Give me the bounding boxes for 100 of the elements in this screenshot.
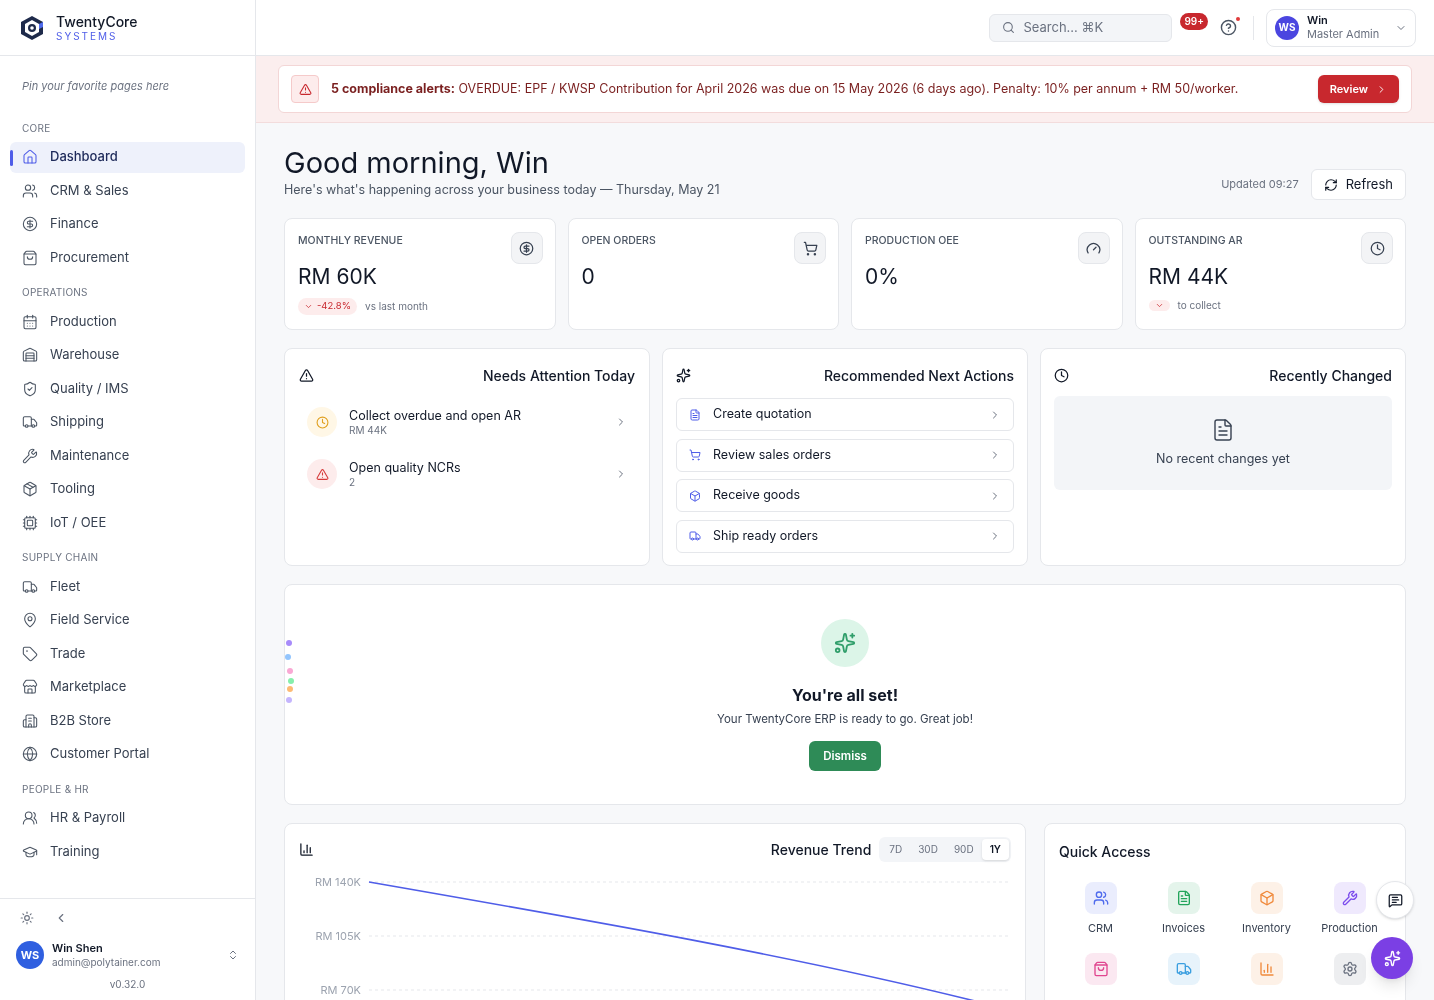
nav-item[interactable]: Training: [10, 836, 245, 867]
nav-icon: [22, 514, 38, 531]
shortcut-label: CRM: [1087, 920, 1114, 937]
shortcut-tile[interactable]: [1084, 952, 1117, 985]
search-field[interactable]: Search... ⌘K: [989, 13, 1173, 42]
kpi-value: 0: [581, 262, 596, 291]
nav-item[interactable]: Customer Portal: [10, 738, 245, 770]
bar-chart-icon: [1258, 960, 1275, 977]
review-button[interactable]: Review: [1317, 75, 1399, 103]
nav-item[interactable]: Procurement: [10, 242, 245, 273]
range-tab[interactable]: 90D: [945, 839, 982, 860]
shortcut-tile[interactable]: [1250, 952, 1283, 985]
warning-icon: [299, 368, 314, 383]
nav-item[interactable]: Tooling: [10, 473, 245, 505]
pin-hint: Pin your favorite pages here: [21, 78, 171, 95]
section-heading: OPERATIONS: [21, 285, 89, 300]
nav-item[interactable]: Dashboard: [10, 141, 245, 173]
notification-badge[interactable]: 99+: [1180, 13, 1208, 30]
action-button[interactable]: Create quotation: [676, 398, 1014, 431]
nav-icon: [22, 578, 38, 595]
nav-icon: [22, 679, 38, 695]
shortcut-tile[interactable]: [1333, 952, 1366, 985]
nav-icon: [22, 313, 38, 330]
brand-name: TwentyCore: [56, 12, 138, 30]
settings-icon: [1341, 960, 1358, 977]
axis-label: RM 70K: [320, 983, 361, 997]
card-title: Recommended Next Actions: [823, 366, 1014, 386]
box-icon: [1258, 890, 1275, 906]
welcome-title: You're all set!: [791, 684, 899, 707]
shortcut-tile[interactable]: [1084, 882, 1117, 914]
sparkle-icon: [676, 368, 691, 383]
nav-item[interactable]: Trade: [10, 638, 245, 669]
alert-message: 5 compliance alerts: OVERDUE: EPF / KWSP Contribution for April 2026 was due on 15 May 2026 (6 days ago). Penalty: 10% per annum + RM 50/worker.: [331, 79, 1240, 98]
range-tab[interactable]: 7D: [881, 839, 911, 860]
greeting-subtitle: Here's what's happening across your business today — Thursday, May 21: [284, 181, 720, 200]
kpi-label: PRODUCTION OEE: [865, 233, 959, 249]
nav-icon: [22, 380, 38, 397]
action-button[interactable]: Review sales orders: [676, 438, 1014, 472]
nav-item[interactable]: CRM & Sales: [10, 175, 245, 206]
truck-icon: [689, 530, 701, 542]
nav-item[interactable]: B2B Store: [10, 705, 245, 736]
wrench-icon: [1341, 890, 1358, 906]
shortcut-tile[interactable]: [1250, 882, 1283, 914]
box-icon: [689, 489, 701, 502]
refresh-button[interactable]: Refresh: [1310, 169, 1406, 200]
bag-icon: [1092, 960, 1109, 977]
kpi-value: RM 44K: [1148, 262, 1230, 291]
kpi-note: vs last month: [365, 298, 428, 314]
nav-item[interactable]: Finance: [10, 208, 245, 240]
user-avatar: WS: [1275, 15, 1299, 40]
card-title: Revenue Trend: [770, 840, 872, 860]
users-icon: [1092, 890, 1109, 906]
range-tab[interactable]: 30D: [910, 839, 946, 860]
shortcut-tile[interactable]: [1167, 882, 1200, 914]
user-name: Win Shen: [52, 941, 104, 956]
theme-toggle-icon[interactable]: [20, 911, 34, 925]
account-switch-icon[interactable]: [227, 949, 239, 961]
item-title: Collect overdue and open AR: [349, 407, 522, 424]
message-icon: [1387, 892, 1403, 908]
kpi-label: OPEN ORDERS: [581, 233, 656, 249]
nav-item[interactable]: Quality / IMS: [10, 373, 245, 404]
nav-item[interactable]: Fleet: [10, 571, 245, 602]
section-heading: PEOPLE & HR: [21, 781, 90, 797]
range-tab[interactable]: 1Y: [981, 839, 1009, 860]
axis-label: RM 140K: [314, 875, 361, 889]
nav-item[interactable]: HR & Payroll: [10, 802, 245, 834]
item-detail: RM 44K: [349, 423, 388, 437]
user-name: Win: [1307, 13, 1329, 28]
nav-item[interactable]: Marketplace: [10, 671, 245, 703]
nav-item[interactable]: Maintenance: [10, 440, 245, 471]
nav-icon: [22, 645, 38, 662]
card-title: Recently Changed: [1269, 366, 1392, 386]
kpi-value: RM 60K: [298, 262, 378, 291]
kpi-value: 0%: [865, 262, 900, 291]
nav-item[interactable]: Field Service: [10, 604, 245, 636]
shortcut-tile[interactable]: [1333, 882, 1366, 914]
clock-icon: [1054, 368, 1069, 383]
dismiss-button[interactable]: Dismiss: [809, 741, 881, 772]
cart-icon: [802, 240, 818, 256]
section-heading: CORE: [21, 120, 52, 136]
user-role: Master Admin: [1307, 27, 1381, 42]
action-button[interactable]: Ship ready orders: [676, 519, 1014, 553]
nav-icon: [22, 182, 38, 199]
nav-item[interactable]: Shipping: [10, 406, 245, 438]
nav-item[interactable]: Production: [10, 306, 245, 337]
document-icon: [689, 408, 701, 421]
action-button[interactable]: Receive goods: [676, 479, 1014, 512]
nav-icon: [22, 249, 38, 266]
attention-item[interactable]: Collect overdue and open AR RM 44K: [299, 396, 635, 448]
nav-item[interactable]: IoT / OEE: [10, 507, 245, 538]
sparkle-icon: [834, 632, 856, 654]
help-icon[interactable]: [1220, 19, 1237, 36]
shortcut-tile[interactable]: [1167, 952, 1200, 985]
user-menu[interactable]: WS Win Master Admin: [1266, 8, 1416, 47]
axis-label: RM 105K: [315, 929, 361, 943]
nav-item[interactable]: Warehouse: [10, 339, 245, 371]
brand-tagline: SYSTEMS: [56, 30, 119, 43]
attention-item[interactable]: Open quality NCRs 2: [299, 448, 635, 500]
kpi-label: MONTHLY REVENUE: [298, 233, 403, 249]
greeting-title: Good morning, Win: [284, 145, 550, 182]
